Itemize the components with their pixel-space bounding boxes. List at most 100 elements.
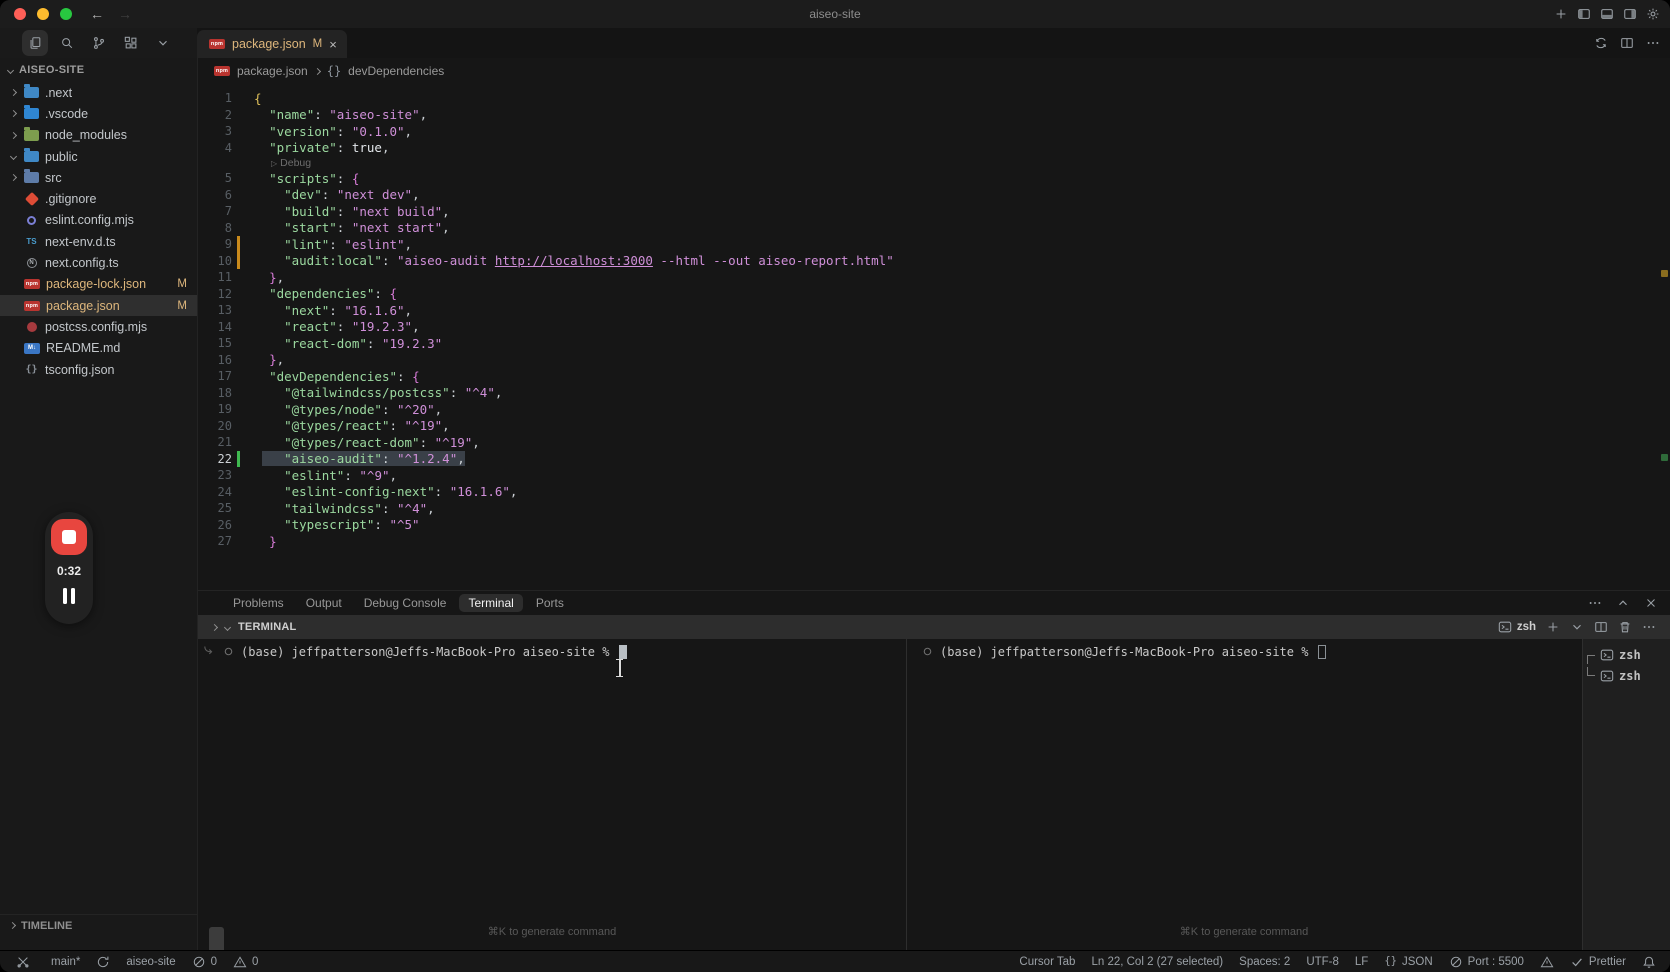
back-icon[interactable]: ← (90, 7, 104, 21)
close-window-button[interactable] (14, 8, 26, 20)
code-line-1: 1{ (198, 90, 1656, 107)
explorer-root[interactable]: AISEO-SITE (0, 58, 197, 82)
git-gutter-spacer (237, 385, 240, 402)
line-number: 17 (217, 369, 232, 384)
circle-slash-icon (1449, 955, 1463, 969)
stop-recording-button[interactable] (51, 519, 87, 555)
activity-search-button[interactable] (54, 30, 80, 56)
chevron-down-icon[interactable] (1570, 620, 1584, 634)
status-spaces-2[interactable]: Spaces: 2 (1239, 956, 1290, 968)
status-lf[interactable]: LF (1355, 956, 1368, 968)
more-icon[interactable] (1642, 620, 1656, 634)
shell-profile-zsh[interactable]: zsh (1498, 620, 1536, 634)
pause-recording-button[interactable] (63, 588, 75, 604)
layout-panel-icon[interactable] (1600, 7, 1614, 21)
trash-icon[interactable] (1618, 620, 1632, 634)
status-sync[interactable] (96, 955, 110, 969)
tree-item-postcss-config-mjs[interactable]: postcss.config.mjs (0, 316, 197, 337)
split-editor-icon[interactable] (1594, 620, 1608, 634)
localhost-link[interactable]: http://localhost:3000 (495, 253, 653, 268)
check-icon (1570, 955, 1584, 969)
tree-item-package-lock-json[interactable]: npm package-lock.json M (0, 274, 197, 295)
status-prettier[interactable]: Prettier (1570, 955, 1626, 969)
more-icon[interactable] (1646, 36, 1660, 50)
status-0[interactable]: 0 (192, 955, 217, 969)
tree-item-node-modules[interactable]: node_modules (0, 125, 197, 146)
chevron-down-icon[interactable] (223, 623, 232, 631)
codelens-debug[interactable]: ▷ Debug (198, 156, 1656, 170)
timeline-section[interactable]: TIMELINE (0, 914, 197, 936)
tree-item-next-config-ts[interactable]: Nnext.config.ts (0, 252, 197, 273)
panel-tab-terminal[interactable]: Terminal (459, 594, 523, 612)
folder-icon (24, 84, 39, 99)
activity-source-control-button[interactable] (86, 30, 112, 56)
tree-item--next[interactable]: .next (0, 82, 197, 103)
git-modified-badge: M (177, 299, 187, 312)
tree-item-package-json[interactable]: npm package.json M (0, 294, 197, 317)
tree-item-eslint-config-mjs[interactable]: eslint.config.mjs (0, 210, 197, 231)
chevron-up-icon[interactable] (1616, 596, 1630, 610)
editor-actions (1594, 28, 1660, 58)
open-changes-icon[interactable] (1594, 36, 1608, 50)
split-editor-icon[interactable] (1620, 36, 1634, 50)
status-port-5500[interactable]: Port : 5500 (1449, 955, 1524, 969)
terminal-pane-right[interactable]: (base) jeffpatterson@Jeffs-MacBook-Pro a… (907, 639, 1581, 950)
status-warning[interactable] (1540, 955, 1554, 969)
tree-item--vscode[interactable]: .vscode (0, 103, 197, 124)
status-remote[interactable] (16, 955, 30, 969)
minimize-window-button[interactable] (37, 8, 49, 20)
status-bell[interactable] (1642, 955, 1656, 969)
code-line-23: 23 "eslint": "^9", (198, 467, 1656, 484)
terminal-prompt: (base) jeffpatterson@Jeffs-MacBook-Pro a… (940, 644, 1309, 659)
generate-command-hint: ⌘K to generate command (1179, 926, 1309, 938)
node-modules-folder-icon (24, 126, 39, 141)
status-ln-22-col-2-27-selected[interactable]: Ln 22, Col 2 (27 selected) (1091, 956, 1223, 968)
file-name: README.md (46, 341, 121, 356)
panel-tab-debug-console[interactable]: Debug Console (355, 594, 456, 612)
tree-item-public[interactable]: public (0, 146, 197, 167)
status-aiseo-site[interactable]: aiseo-site (126, 956, 175, 968)
code-line-21: 21 "@types/react-dom": "^19", (198, 434, 1656, 451)
terminal-header: TERMINAL zsh (198, 615, 1670, 639)
forward-icon[interactable]: → (118, 7, 132, 21)
plus-icon[interactable] (1554, 7, 1568, 21)
close-icon[interactable] (1644, 596, 1658, 610)
terminal-list-item-zsh[interactable]: zsh (1583, 644, 1670, 665)
overview-ruler-modified-tick (1661, 270, 1668, 277)
activity-extensions-button[interactable] (118, 30, 144, 56)
status-main[interactable]: main* (46, 956, 80, 968)
plus-icon[interactable] (1546, 620, 1560, 634)
zoom-window-button[interactable] (60, 8, 72, 20)
terminal-pane-left[interactable]: (base) jeffpatterson@Jeffs-MacBook-Pro a… (198, 639, 906, 950)
status-json[interactable]: {} JSON (1384, 956, 1432, 968)
tree-item-tsconfig-json[interactable]: {} tsconfig.json (0, 359, 197, 380)
status-utf-8[interactable]: UTF-8 (1306, 956, 1339, 968)
panel-tab-ports[interactable]: Ports (527, 594, 573, 612)
git-gutter-spacer (237, 335, 240, 352)
git-gutter-spacer (237, 533, 240, 550)
terminal-list-item-zsh[interactable]: zsh (1583, 665, 1670, 686)
breadcrumb-symbol[interactable]: devDependencies (348, 64, 444, 78)
gear-icon[interactable] (1646, 7, 1660, 21)
close-tab-icon[interactable]: × (329, 38, 337, 51)
tab-package-json[interactable]: npm package.json M × (197, 30, 347, 58)
tree-item-next-env-d-ts[interactable]: TS next-env.d.ts (0, 231, 197, 252)
activity-files-button[interactable] (22, 30, 48, 56)
terminal-tabs-list: zsh zsh (1582, 639, 1670, 950)
panel-tab-output[interactable]: Output (297, 594, 351, 612)
more-icon[interactable] (1588, 596, 1602, 610)
status-0[interactable]: 0 (233, 955, 258, 969)
tree-item-src[interactable]: src (0, 167, 197, 188)
activity-chevron-down-button[interactable] (150, 30, 176, 56)
chevron-right-icon[interactable] (210, 623, 219, 631)
overview-ruler-added-tick (1661, 454, 1668, 461)
status-cursor-tab[interactable]: Cursor Tab (1019, 956, 1075, 968)
layout-left-icon[interactable] (1577, 7, 1591, 21)
tree-item--gitignore[interactable]: .gitignore (0, 188, 197, 209)
code-line-10: 10 "audit:local": "aiseo-audit http://lo… (198, 252, 1656, 269)
layout-right-icon[interactable] (1623, 7, 1637, 21)
panel-tab-problems[interactable]: Problems (224, 594, 293, 612)
breadcrumb-file[interactable]: package.json (237, 64, 308, 78)
code-line-16: 16 }, (198, 352, 1656, 369)
tree-item-readme-md[interactable]: M↓ README.md (0, 338, 197, 359)
